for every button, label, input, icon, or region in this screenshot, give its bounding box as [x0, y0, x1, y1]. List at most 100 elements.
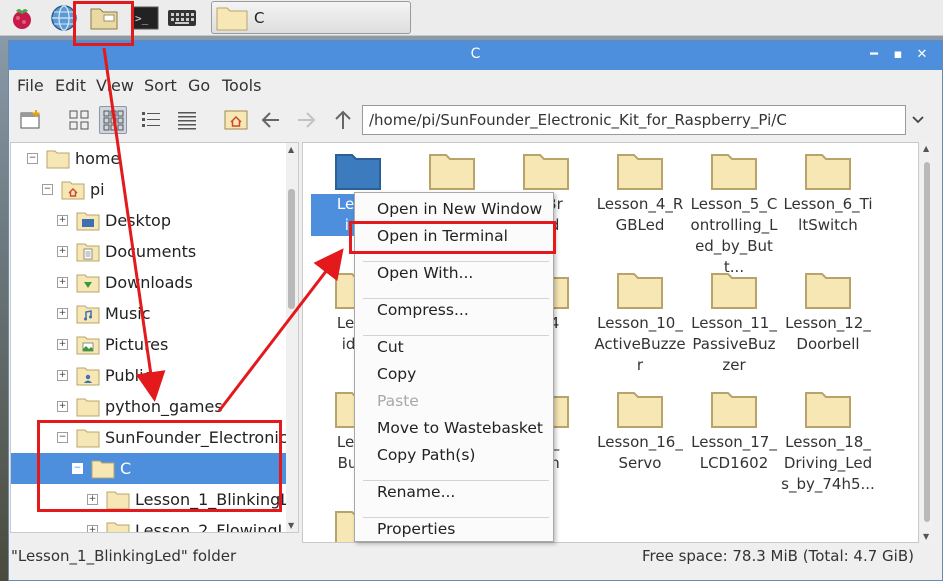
folder-item[interactable]: Lesson_4_R GBLed — [593, 151, 687, 236]
annotation-box-open-terminal — [349, 221, 556, 254]
folder-icon — [335, 154, 381, 190]
pictures-folder-icon — [76, 336, 100, 354]
menu-separator — [363, 298, 549, 299]
keyboard-icon[interactable] — [167, 3, 197, 33]
minimize-icon[interactable]: ━ — [864, 45, 884, 65]
expand-icon[interactable]: + — [57, 339, 68, 350]
view-icons-icon[interactable] — [65, 106, 93, 134]
folder-item[interactable]: Lesson_11_ PassiveBuz zer — [687, 270, 781, 376]
menu-sort[interactable]: Sort — [144, 76, 177, 95]
menu-tools[interactable]: Tools — [222, 76, 261, 95]
menu-item-move-to-wastebasket[interactable]: Move to Wastebasket — [377, 419, 543, 437]
menu-item-copy-path-s[interactable]: Copy Path(s) — [377, 446, 475, 464]
menu-item-compress[interactable]: Compress... — [377, 301, 469, 319]
expand-icon[interactable]: + — [57, 401, 68, 412]
folder-item[interactable]: Lesson_18_ Driving_Led s_by_74h5... — [781, 389, 875, 495]
folder-item[interactable]: Lesson_16_ Servo — [593, 389, 687, 474]
collapse-icon[interactable]: − — [27, 153, 38, 164]
folder-item[interactable]: Lesson_12_ Doorbell — [781, 270, 875, 355]
taskbar-window-button[interactable]: C — [211, 1, 411, 34]
tree-item[interactable]: + Desktop — [11, 205, 287, 236]
menu-go[interactable]: Go — [188, 76, 210, 95]
tree-item[interactable]: + Lesson_2_FlowingLed — [11, 515, 298, 532]
up-arrow-icon[interactable] — [329, 106, 357, 134]
tree-item[interactable]: − home — [11, 143, 287, 174]
tree-item-label: Lesson_2_FlowingLed — [135, 521, 299, 533]
forward-arrow-icon[interactable] — [292, 106, 320, 134]
folder-item-label: Lesson_10_ ActiveBuzze r — [594, 314, 686, 374]
tree-item[interactable]: + Public — [11, 360, 287, 391]
tree-item[interactable]: + Downloads — [11, 267, 287, 298]
folder-icon — [805, 154, 851, 190]
menu-item-open-in-new-window[interactable]: Open in New Window — [377, 200, 542, 218]
folder-item-label: Lesson_12_ Doorbell — [785, 314, 871, 353]
menu-item-open-with[interactable]: Open With... — [377, 264, 473, 282]
home-icon[interactable] — [222, 106, 250, 134]
status-selection: "Lesson_1_BlinkingLed" folder — [11, 547, 237, 565]
path-bar[interactable]: /home/pi/SunFounder_Electronic_Kit_for_R… — [362, 105, 906, 135]
toolbar: /home/pi/SunFounder_Electronic_Kit_for_R… — [9, 100, 942, 140]
tree-item[interactable]: − pi — [11, 174, 287, 205]
menu-file[interactable]: File — [17, 76, 44, 95]
folder-item[interactable] — [405, 151, 499, 194]
folder-icon — [617, 273, 663, 309]
tree-item-label: Pictures — [105, 335, 169, 354]
menu-item-copy[interactable]: Copy — [377, 365, 416, 383]
scroll-up-icon[interactable]: ▲ — [288, 145, 294, 154]
tree-item[interactable]: + Music — [11, 298, 287, 329]
folder-item[interactable]: Lesson_5_C ontrolling_L ed_by_Butt... — [687, 151, 781, 278]
tree-item[interactable]: + Pictures — [11, 329, 287, 360]
menu-item-paste: Paste — [377, 392, 419, 410]
tree-item-label: pi — [90, 180, 105, 199]
scroll-up-icon[interactable]: ▲ — [923, 144, 929, 153]
maximize-icon[interactable]: ▪ — [888, 45, 908, 65]
terminal-icon[interactable]: >_ — [130, 3, 160, 33]
folder-item[interactable]: Lesson_6_Ti ltSwitch — [781, 151, 875, 236]
side-scrollbar[interactable]: ▲ ▼ — [286, 143, 298, 532]
expand-icon[interactable]: + — [57, 215, 68, 226]
main-scrollbar[interactable]: ▲ ▼ — [920, 142, 934, 543]
side-scroll-thumb[interactable] — [288, 189, 295, 309]
folder-icon — [711, 154, 757, 190]
expand-icon[interactable]: + — [57, 370, 68, 381]
tree-item[interactable]: + Documents — [11, 236, 287, 267]
status-free-space: Free space: 78.3 MiB (Total: 4.7 GiB) — [641, 547, 914, 565]
back-arrow-icon[interactable] — [257, 106, 285, 134]
downloads-folder-icon — [76, 274, 100, 292]
documents-folder-icon — [76, 243, 100, 261]
folder-icon — [711, 392, 757, 428]
view-detailed-list-icon[interactable] — [173, 106, 201, 134]
folder-item-label: Lesson_4_R GBLed — [596, 195, 684, 234]
view-thumbnails-icon[interactable] — [99, 106, 127, 134]
menu-item-properties[interactable]: Properties — [377, 520, 455, 538]
tree-item-label: Downloads — [105, 273, 193, 292]
svg-text:>_: >_ — [135, 12, 149, 25]
expand-icon[interactable]: + — [57, 246, 68, 257]
folder-item[interactable]: Lesson_17_ LCD1602 — [687, 389, 781, 474]
menu-item-cut[interactable]: Cut — [377, 338, 404, 356]
folder-icon — [805, 392, 851, 428]
titlebar[interactable]: C ━ ▪ ✕ — [9, 41, 942, 70]
view-compact-icon[interactable] — [137, 106, 165, 134]
raspberry-menu-icon[interactable] — [7, 3, 37, 33]
expand-icon[interactable]: + — [57, 277, 68, 288]
main-scroll-thumb[interactable] — [924, 162, 930, 522]
folder-item-label: Lesson_17_ LCD1602 — [691, 433, 777, 472]
expand-icon[interactable]: + — [57, 308, 68, 319]
menu-edit[interactable]: Edit — [55, 76, 86, 95]
new-tab-icon[interactable] — [17, 106, 45, 134]
folder-item[interactable]: Lesson_10_ ActiveBuzze r — [593, 270, 687, 376]
menu-separator — [363, 480, 549, 481]
expand-icon[interactable]: + — [87, 525, 98, 532]
close-icon[interactable]: ✕ — [912, 45, 932, 65]
scroll-down-icon[interactable]: ▼ — [288, 521, 294, 530]
scroll-down-icon[interactable]: ▼ — [923, 532, 929, 541]
chevron-down-icon[interactable] — [904, 106, 932, 134]
tree-item-label: home — [75, 149, 121, 168]
music-folder-icon — [76, 305, 100, 323]
menu-view[interactable]: View — [96, 76, 134, 95]
folder-icon — [76, 398, 100, 416]
menu-item-rename[interactable]: Rename... — [377, 483, 455, 501]
tree-item[interactable]: + python_games — [11, 391, 287, 422]
collapse-icon[interactable]: − — [42, 184, 53, 195]
